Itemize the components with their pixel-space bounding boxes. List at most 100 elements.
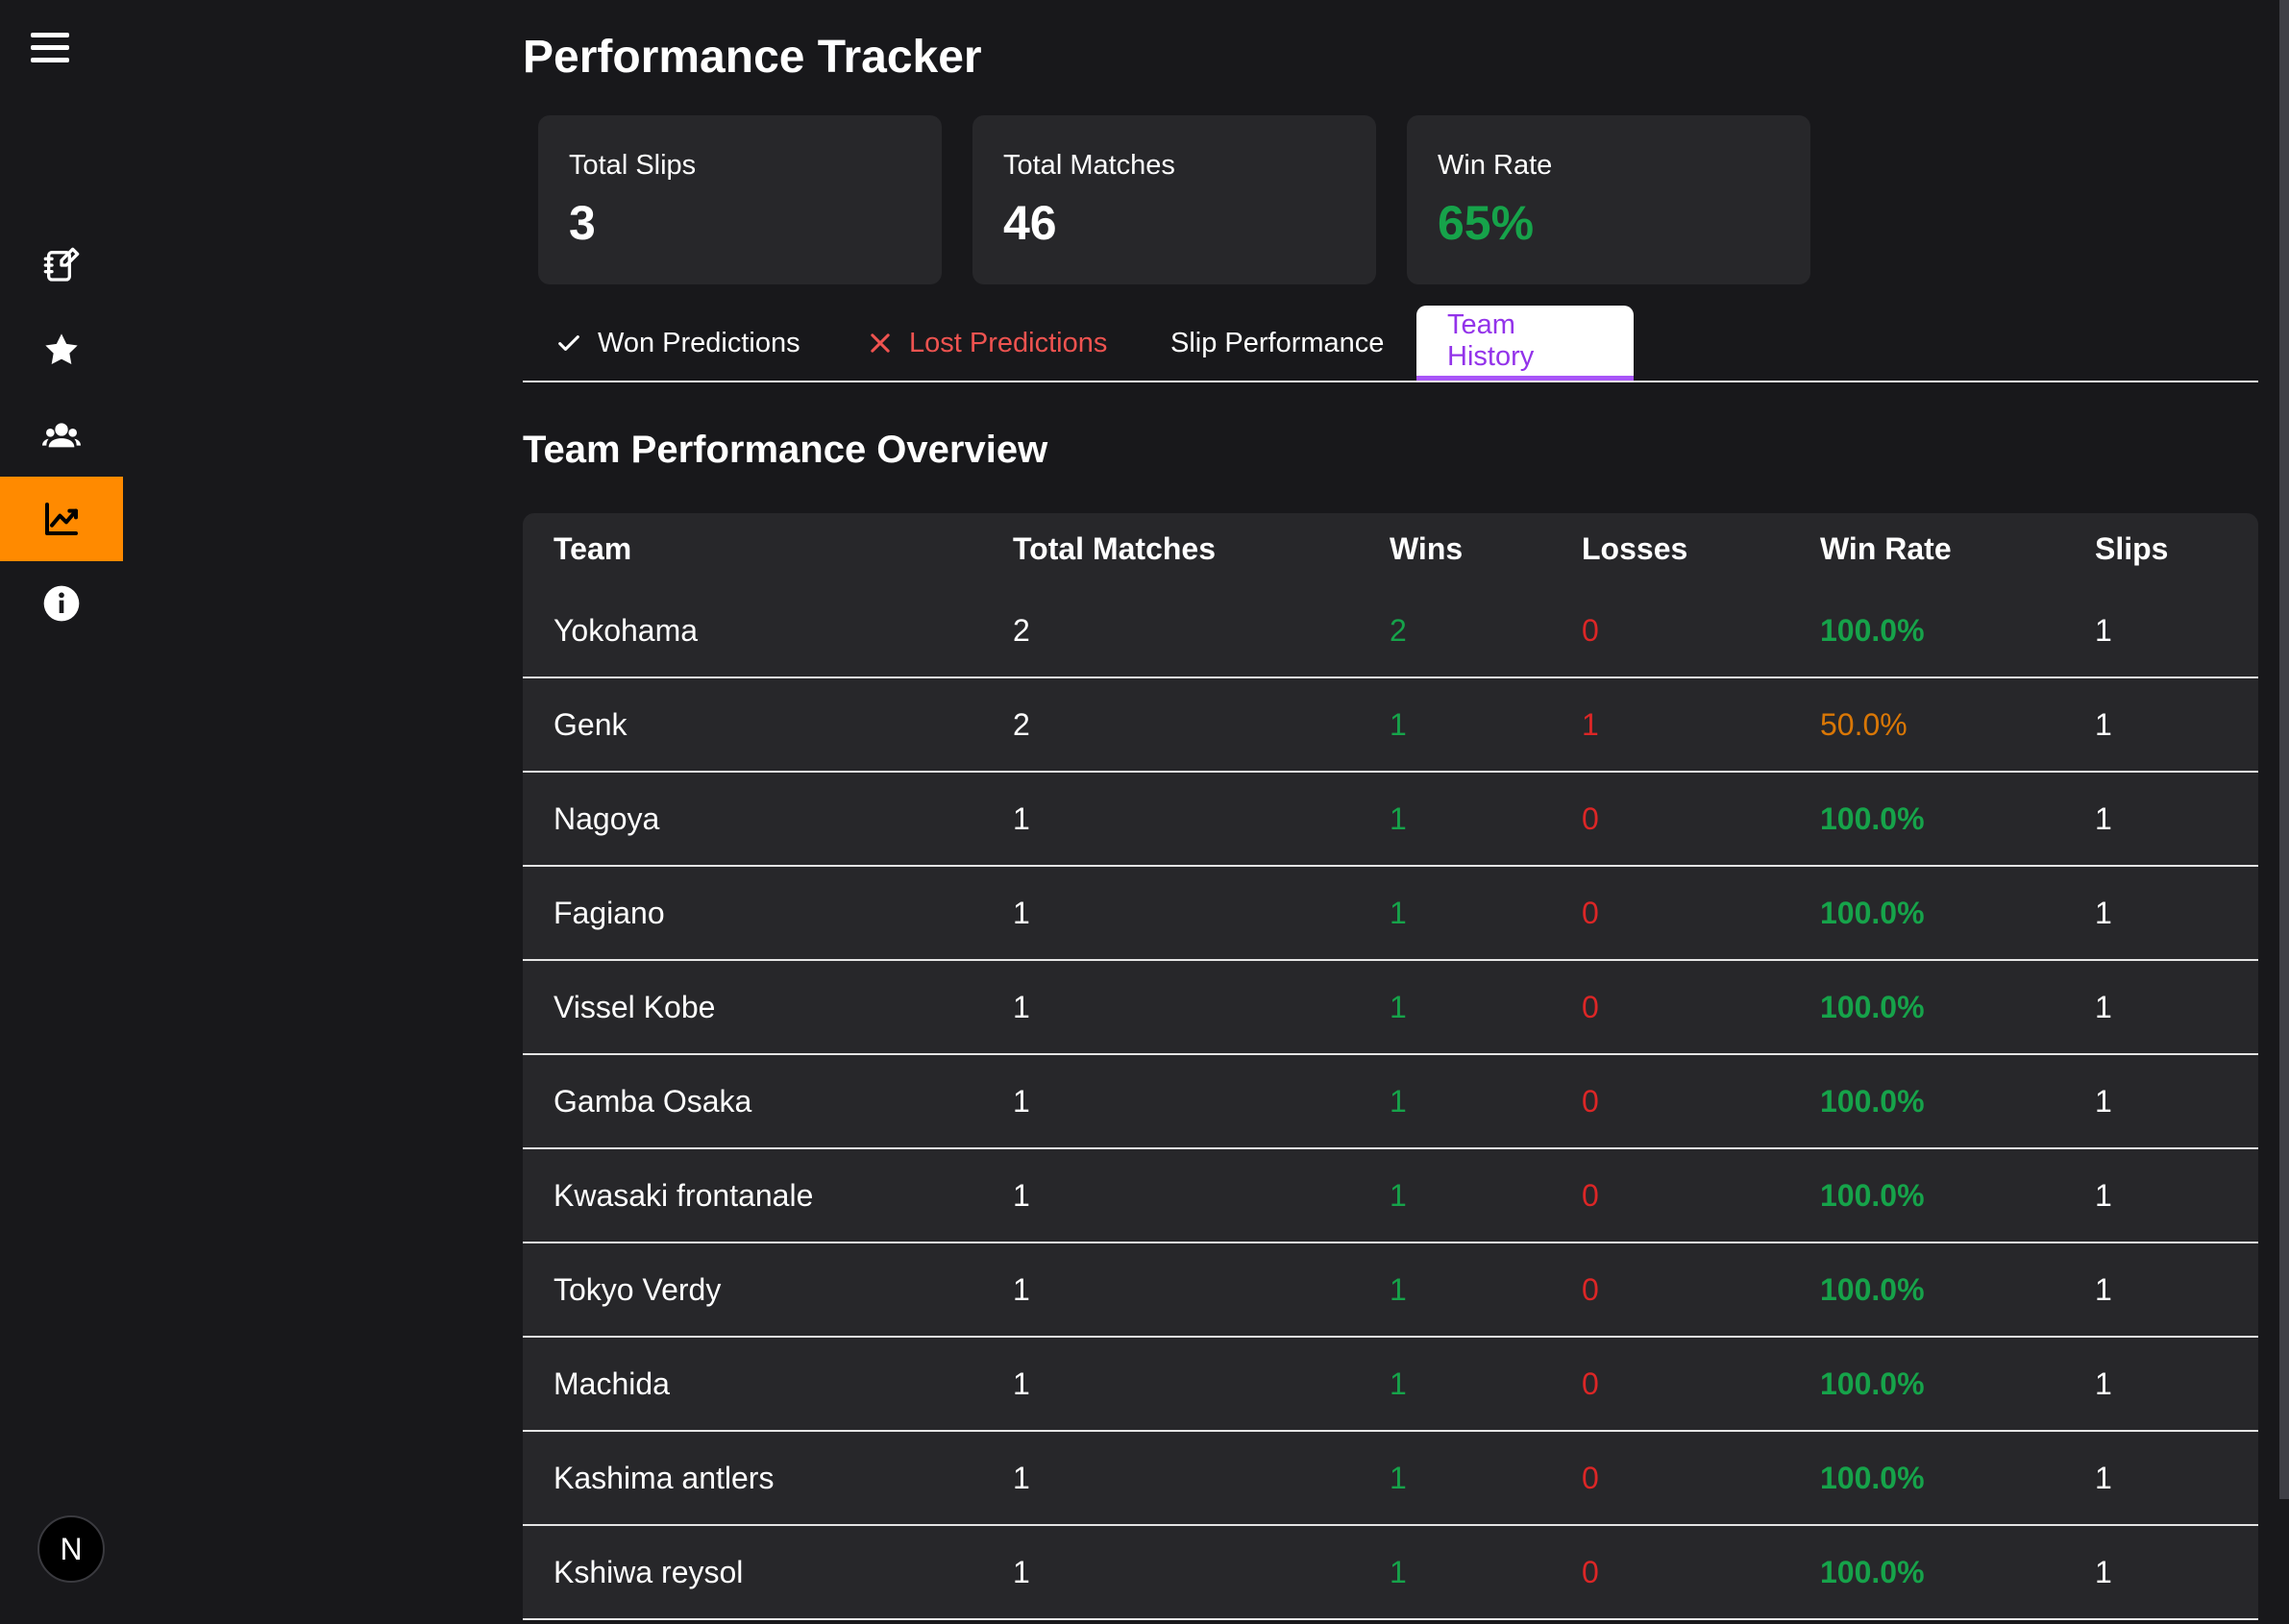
team-cell: Gamba Osaka: [523, 1054, 982, 1149]
slips-cell: 1: [2064, 772, 2258, 867]
losses-cell: 0: [1551, 1148, 1789, 1243]
table-row: Gamba Osaka 1 1 0 100.0% 1: [523, 1054, 2258, 1149]
team-cell: Kshiwa reysol: [523, 1525, 982, 1620]
team-performance-table: Team Total Matches Wins Losses Win Rate …: [523, 513, 2258, 1620]
scrollbar[interactable]: [2279, 0, 2289, 1499]
table-row: Tokyo Verdy 1 1 0 100.0% 1: [523, 1243, 2258, 1338]
team-cell: Genk: [523, 677, 982, 773]
table-header-row: Team Total Matches Wins Losses Win Rate …: [523, 513, 2258, 584]
table-row: Genk 2 1 1 50.0% 1: [523, 677, 2258, 773]
trending-chart-icon: [45, 503, 78, 535]
wins-cell: 1: [1359, 772, 1551, 867]
stat-value: 3: [569, 196, 596, 250]
team-cell: Nagoya: [523, 772, 982, 867]
table-row: Kwasaki frontanale 1 1 0 100.0% 1: [523, 1148, 2258, 1243]
total-matches-cell: 1: [982, 1243, 1359, 1338]
win-rate-cell: 100.0%: [1789, 1054, 2064, 1149]
team-cell: Fagiano: [523, 866, 982, 961]
badge-letter: N: [60, 1531, 83, 1566]
column-header-win-rate: Win Rate: [1820, 530, 1952, 566]
edit-notes-icon: [43, 247, 80, 282]
losses-cell: 0: [1551, 584, 1789, 678]
stat-label: Total Matches: [1003, 150, 1175, 181]
wins-cell: 1: [1359, 1431, 1551, 1526]
total-matches-cell: 1: [982, 772, 1359, 867]
win-rate-cell: 100.0%: [1789, 1148, 2064, 1243]
check-icon: [558, 335, 579, 351]
group-icon: [42, 423, 81, 448]
stat-card-win-rate: Win Rate 65%: [1407, 115, 1810, 284]
slips-cell: 1: [2064, 1243, 2258, 1338]
sidebar-item-performance[interactable]: [0, 477, 123, 561]
table-row: Nagoya 1 1 0 100.0% 1: [523, 772, 2258, 867]
total-matches-cell: 2: [982, 584, 1359, 678]
info-icon: [43, 585, 80, 622]
tab-lost-predictions[interactable]: Lost Predictions: [867, 306, 1107, 381]
table-body: Yokohama 2 2 0 100.0% 1 Genk 2 1 1 50.0% 1 Nagoya 1 1 0…: [523, 584, 2258, 1620]
losses-cell: 0: [1551, 1054, 1789, 1149]
wins-cell: 2: [1359, 584, 1551, 678]
total-matches-cell: 1: [982, 1054, 1359, 1149]
sidebar-item-groups[interactable]: [0, 392, 123, 477]
tab-label: Won Predictions: [598, 327, 800, 358]
sidebar-item-favorites[interactable]: [0, 308, 123, 392]
sidebar-item-predictions[interactable]: [0, 223, 123, 308]
slips-cell: 1: [2064, 1148, 2258, 1243]
win-rate-cell: 100.0%: [1789, 772, 2064, 867]
slips-cell: 1: [2064, 866, 2258, 961]
slips-cell: 1: [2064, 584, 2258, 678]
tab-slip-performance[interactable]: Slip Performance: [1170, 306, 1384, 381]
close-icon: [871, 333, 890, 353]
column-header-slips: Slips: [2095, 530, 2169, 566]
total-matches-cell: 1: [982, 1431, 1359, 1526]
section-title: Team Performance Overview: [523, 429, 1048, 471]
tab-label: Team History: [1447, 308, 1535, 372]
losses-cell: 0: [1551, 866, 1789, 961]
column-header-team: Team: [554, 530, 632, 566]
table-row: Machida 1 1 0 100.0% 1: [523, 1337, 2258, 1432]
team-cell: Vissel Kobe: [523, 960, 982, 1055]
tab-won-predictions[interactable]: Won Predictions: [555, 306, 800, 381]
tab-label: Slip Performance: [1170, 327, 1385, 358]
slips-cell: 1: [2064, 677, 2258, 773]
losses-cell: 0: [1551, 1243, 1789, 1338]
slips-cell: 1: [2064, 1054, 2258, 1149]
star-icon: [45, 333, 78, 364]
slips-cell: 1: [2064, 1431, 2258, 1526]
slips-cell: 1: [2064, 960, 2258, 1055]
win-rate-cell: 100.0%: [1789, 1337, 2064, 1432]
table-row: Fagiano 1 1 0 100.0% 1: [523, 866, 2258, 961]
wins-cell: 1: [1359, 677, 1551, 773]
win-rate-cell: 100.0%: [1789, 584, 2064, 678]
losses-cell: 0: [1551, 1525, 1789, 1620]
stat-card-total-slips: Total Slips 3: [538, 115, 942, 284]
team-cell: Yokohama: [523, 584, 982, 678]
win-rate-cell: 100.0%: [1789, 1431, 2064, 1526]
wins-cell: 1: [1359, 1148, 1551, 1243]
wins-cell: 1: [1359, 1337, 1551, 1432]
wins-cell: 1: [1359, 866, 1551, 961]
page-title: Performance Tracker: [523, 32, 982, 83]
stat-label: Win Rate: [1438, 150, 1553, 181]
n-badge[interactable]: N: [37, 1515, 105, 1583]
sidebar-item-info[interactable]: [0, 561, 123, 646]
win-rate-cell: 100.0%: [1789, 866, 2064, 961]
table-row: Vissel Kobe 1 1 0 100.0% 1: [523, 960, 2258, 1055]
win-rate-cell: 100.0%: [1789, 1243, 2064, 1338]
tab-bar: Won Predictions Lost Predictions Slip Pe…: [523, 306, 2258, 382]
losses-cell: 1: [1551, 677, 1789, 773]
team-cell: Tokyo Verdy: [523, 1243, 982, 1338]
tab-label: Lost Predictions: [909, 327, 1108, 358]
total-matches-cell: 1: [982, 866, 1359, 961]
total-matches-cell: 1: [982, 960, 1359, 1055]
stat-card-total-matches: Total Matches 46: [972, 115, 1376, 284]
slips-cell: 1: [2064, 1337, 2258, 1432]
total-matches-cell: 1: [982, 1525, 1359, 1620]
wins-cell: 1: [1359, 1525, 1551, 1620]
slips-cell: 1: [2064, 1525, 2258, 1620]
losses-cell: 0: [1551, 772, 1789, 867]
menu-icon[interactable]: [31, 33, 69, 67]
win-rate-cell: 100.0%: [1789, 960, 2064, 1055]
tab-team-history[interactable]: Team History: [1416, 306, 1634, 381]
total-matches-cell: 1: [982, 1148, 1359, 1243]
